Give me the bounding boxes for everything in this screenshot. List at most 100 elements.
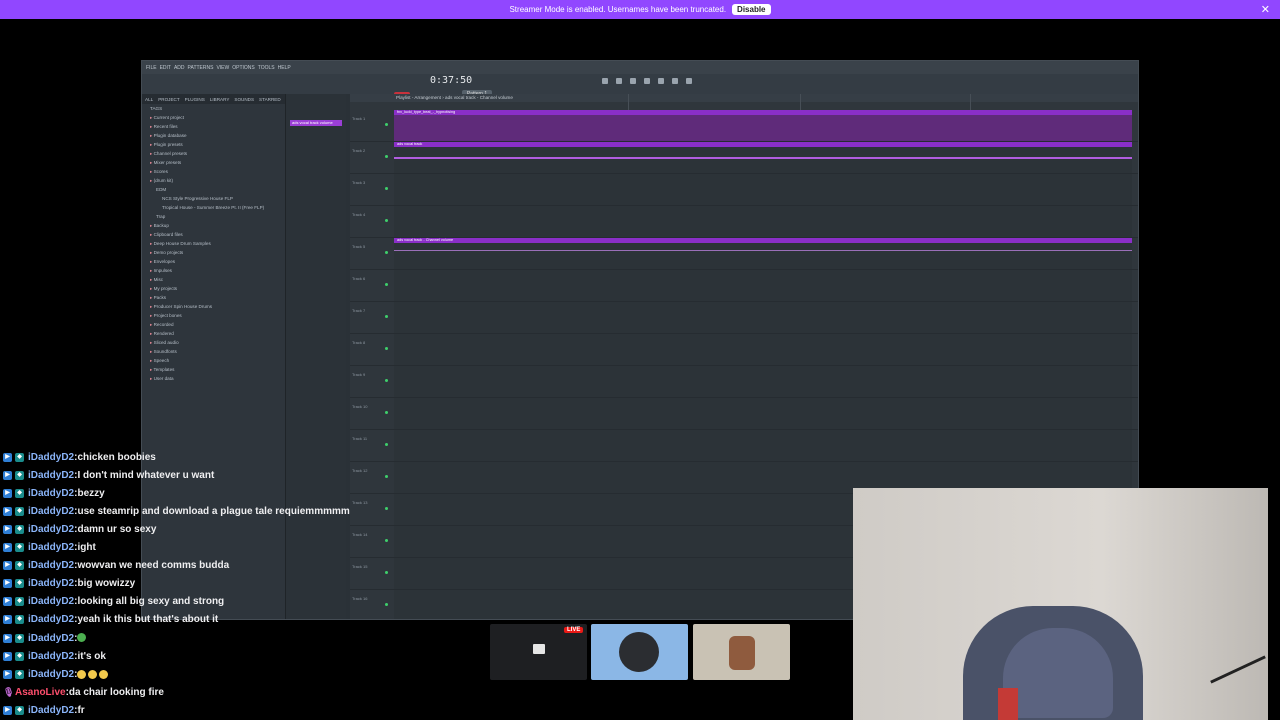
browser-tab-sounds[interactable]: SOUNDS bbox=[234, 97, 254, 102]
browser-item[interactable]: Rendered bbox=[142, 329, 285, 338]
browser-item[interactable]: Envelopes bbox=[142, 257, 285, 266]
track-enable-icon[interactable] bbox=[385, 155, 388, 158]
browser-item[interactable]: Misc bbox=[142, 275, 285, 284]
menu-item-help[interactable]: HELP bbox=[278, 65, 291, 71]
menu-item-tools[interactable]: TOOLS bbox=[258, 65, 275, 71]
playlist-track[interactable]: Track 9 bbox=[350, 366, 1138, 398]
browser-item[interactable]: Producer Spin House Drums bbox=[142, 302, 285, 311]
browser-item[interactable]: Channel presets bbox=[142, 149, 285, 158]
track-lane[interactable] bbox=[394, 366, 1132, 397]
chat-username[interactable]: iDaddyD2 bbox=[28, 705, 74, 716]
playlist-track[interactable]: Track 1 fnv_lucki_type_beat_-_hypnotising bbox=[350, 110, 1138, 142]
browser-item[interactable]: My projects bbox=[142, 284, 285, 293]
picker-clip[interactable]: ads vocal track volume bbox=[290, 120, 342, 126]
chat-username[interactable]: AsanoLive bbox=[15, 687, 66, 698]
audio-clip[interactable]: ads vocal track bbox=[394, 142, 1132, 147]
tool-icon[interactable] bbox=[686, 78, 692, 84]
track-enable-icon[interactable] bbox=[385, 251, 388, 254]
browser-item[interactable]: Clipboard files bbox=[142, 230, 285, 239]
chat-username[interactable]: iDaddyD2 bbox=[28, 633, 74, 644]
playlist-track[interactable]: Track 5 ads vocal track - Channel volume bbox=[350, 238, 1138, 270]
browser-tab-starred[interactable]: STARRED bbox=[259, 97, 281, 102]
disable-button[interactable]: Disable bbox=[732, 4, 771, 15]
browser-item[interactable]: Deep House Drum Samples bbox=[142, 239, 285, 248]
menu-item-file[interactable]: FILE bbox=[146, 65, 157, 71]
track-enable-icon[interactable] bbox=[385, 219, 388, 222]
track-enable-icon[interactable] bbox=[385, 123, 388, 126]
tool-icon[interactable] bbox=[630, 78, 636, 84]
browser-item[interactable]: Plugin presets bbox=[142, 140, 285, 149]
browser-item[interactable]: Packs bbox=[142, 293, 285, 302]
track-enable-icon[interactable] bbox=[385, 187, 388, 190]
track-lane[interactable] bbox=[394, 174, 1132, 205]
chat-username[interactable]: iDaddyD2 bbox=[28, 470, 74, 481]
browser-item[interactable]: Current project bbox=[142, 113, 285, 122]
track-lane[interactable] bbox=[394, 302, 1132, 333]
browser-item[interactable]: Scores bbox=[142, 167, 285, 176]
playlist-track[interactable]: Track 11 bbox=[350, 430, 1138, 462]
browser-item[interactable]: Recorded bbox=[142, 320, 285, 329]
browser-item[interactable]: Mixer presets bbox=[142, 158, 285, 167]
browser-item[interactable]: Tropical House - Summer Breeze Pt. II (F… bbox=[142, 203, 285, 212]
track-enable-icon[interactable] bbox=[385, 603, 388, 606]
playlist-track[interactable]: Track 2 ads vocal track bbox=[350, 142, 1138, 174]
browser-item[interactable]: Plugin database bbox=[142, 131, 285, 140]
browser-tab-library[interactable]: LIBRARY bbox=[210, 97, 230, 102]
tool-icon[interactable] bbox=[672, 78, 678, 84]
browser-item[interactable]: EDM bbox=[142, 185, 285, 194]
track-lane[interactable]: ads vocal track - Channel volume bbox=[394, 238, 1132, 269]
menu-item-view[interactable]: VIEW bbox=[216, 65, 229, 71]
browser-item[interactable]: Soundfonts bbox=[142, 347, 285, 356]
playlist-track[interactable]: Track 8 bbox=[350, 334, 1138, 366]
track-enable-icon[interactable] bbox=[385, 379, 388, 382]
playlist-track[interactable]: Track 6 bbox=[350, 270, 1138, 302]
menu-item-options[interactable]: OPTIONS bbox=[232, 65, 255, 71]
track-enable-icon[interactable] bbox=[385, 443, 388, 446]
tool-icon[interactable] bbox=[602, 78, 608, 84]
browser-item[interactable]: User data bbox=[142, 374, 285, 383]
track-enable-icon[interactable] bbox=[385, 283, 388, 286]
track-enable-icon[interactable] bbox=[385, 347, 388, 350]
chat-username[interactable]: iDaddyD2 bbox=[28, 669, 74, 680]
browser-item[interactable]: TAGS bbox=[142, 104, 285, 113]
screen-share-thumbnail[interactable]: LIVE bbox=[490, 624, 587, 680]
playlist-track[interactable]: Track 10 bbox=[350, 398, 1138, 430]
chat-username[interactable]: iDaddyD2 bbox=[28, 596, 74, 607]
track-lane[interactable] bbox=[394, 398, 1132, 429]
browser-item[interactable]: Recent files bbox=[142, 122, 285, 131]
chat-username[interactable]: iDaddyD2 bbox=[28, 488, 74, 499]
menu-item-add[interactable]: ADD bbox=[174, 65, 185, 71]
browser-item[interactable]: Templates bbox=[142, 365, 285, 374]
track-enable-icon[interactable] bbox=[385, 507, 388, 510]
tool-icon[interactable] bbox=[644, 78, 650, 84]
browser-item[interactable]: Sliced audio bbox=[142, 338, 285, 347]
chat-username[interactable]: iDaddyD2 bbox=[28, 506, 74, 517]
chat-username[interactable]: iDaddyD2 bbox=[28, 524, 74, 535]
track-lane[interactable] bbox=[394, 334, 1132, 365]
browser-item[interactable]: Backup bbox=[142, 221, 285, 230]
tool-icon[interactable] bbox=[616, 78, 622, 84]
track-enable-icon[interactable] bbox=[385, 539, 388, 542]
browser-item[interactable]: Project bones bbox=[142, 311, 285, 320]
track-lane[interactable] bbox=[394, 430, 1132, 461]
chat-username[interactable]: iDaddyD2 bbox=[28, 452, 74, 463]
track-enable-icon[interactable] bbox=[385, 315, 388, 318]
track-enable-icon[interactable] bbox=[385, 411, 388, 414]
track-lane[interactable] bbox=[394, 270, 1132, 301]
chat-username[interactable]: iDaddyD2 bbox=[28, 560, 74, 571]
browser-tab-project[interactable]: PROJECT bbox=[158, 97, 179, 102]
browser-tab-all[interactable]: ALL bbox=[145, 97, 153, 102]
browser-item[interactable]: Demo projects bbox=[142, 248, 285, 257]
chat-username[interactable]: iDaddyD2 bbox=[28, 578, 74, 589]
track-lane[interactable] bbox=[394, 206, 1132, 237]
track-lane[interactable]: fnv_lucki_type_beat_-_hypnotising bbox=[394, 110, 1132, 141]
browser-tab-plugins[interactable]: PLUGINS bbox=[185, 97, 205, 102]
participant-thumbnail[interactable] bbox=[693, 624, 790, 680]
browser-item[interactable]: Speech bbox=[142, 356, 285, 365]
track-enable-icon[interactable] bbox=[385, 475, 388, 478]
browser-item[interactable]: Trap bbox=[142, 212, 285, 221]
audio-clip[interactable]: ads vocal track - Channel volume bbox=[394, 238, 1132, 243]
menu-item-patterns[interactable]: PATTERNS bbox=[188, 65, 214, 71]
chat-username[interactable]: iDaddyD2 bbox=[28, 614, 74, 625]
chat-username[interactable]: iDaddyD2 bbox=[28, 651, 74, 662]
